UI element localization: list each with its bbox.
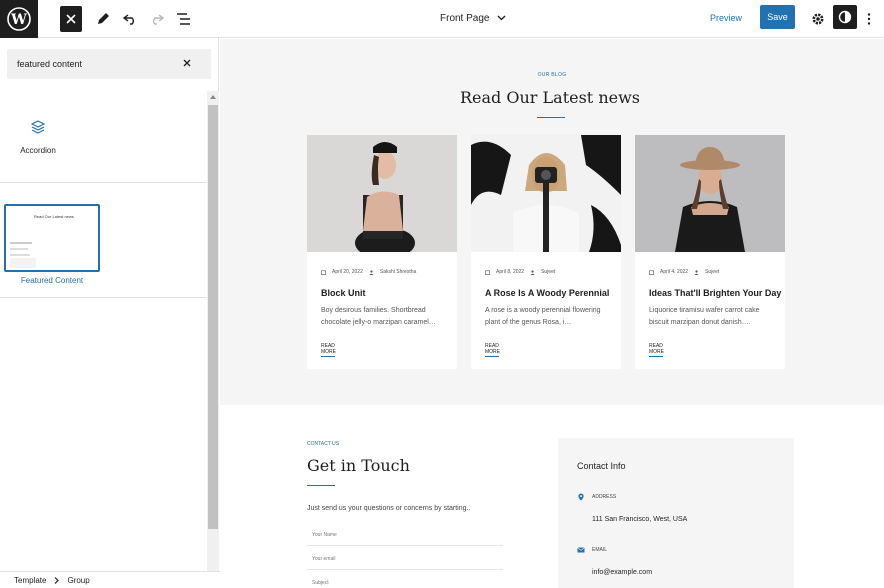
thumbnail-line — [10, 254, 30, 256]
post-card[interactable]: April 20, 2022 Sakshi Shrestha Block Uni… — [307, 135, 457, 369]
block-result-accordion[interactable]: Accordion — [12, 120, 64, 168]
svg-text:W: W — [10, 12, 27, 28]
chevron-right-icon — [55, 576, 60, 584]
post-excerpt: A rose is a woody perennial flowering pl… — [485, 307, 601, 326]
post-author: Sujeet — [705, 269, 720, 275]
post-card[interactable]: April 8, 2022 Sujeet A Rose Is A Woody P… — [471, 135, 621, 369]
thumbnail-box — [10, 258, 36, 268]
blog-section[interactable]: OUR BLOG Read Our Latest news April 20, … — [220, 39, 884, 405]
contact-intro: Just send us your questions or concerns … — [307, 505, 471, 512]
post-card[interactable]: April 4, 2022 Sujeet Ideas That'll Brigh… — [635, 135, 785, 369]
undo-icon[interactable] — [119, 6, 141, 32]
post-meta: April 20, 2022 Sakshi Shrestha — [321, 269, 416, 275]
read-more-link[interactable]: READ MORE — [485, 343, 500, 357]
post-title[interactable]: Block Unit — [321, 288, 366, 298]
read-more-link[interactable]: READ MORE — [649, 343, 664, 357]
calendar-icon — [321, 270, 326, 275]
close-inserter-button[interactable] — [60, 6, 82, 32]
list-view-icon[interactable] — [173, 6, 195, 32]
post-date: April 8, 2022 — [496, 269, 525, 275]
block-inserter-panel: featured content Accordion Read Our Late… — [0, 38, 219, 571]
more-options-icon[interactable] — [862, 6, 876, 32]
document-title: Front Page — [440, 12, 490, 24]
heading-underline — [537, 117, 565, 118]
post-excerpt: Boy desirous families. Shortbread chocol… — [321, 307, 436, 326]
name-field[interactable]: Your Name — [307, 532, 503, 546]
blog-heading: Read Our Latest news — [459, 88, 640, 107]
subject-field[interactable]: Subject — [307, 580, 503, 588]
email-value: info@example.com — [592, 569, 653, 576]
wordpress-logo-icon[interactable]: W — [0, 0, 38, 38]
post-title[interactable]: Ideas That'll Brighten Your Day — [649, 288, 781, 298]
email-label: EMAIL — [592, 547, 608, 553]
pattern-thumbnail-title: Read Our Latest news — [34, 214, 74, 219]
address-value: 111 San Francisco, West, USA — [592, 516, 688, 523]
address-label: ADDRESS — [592, 494, 617, 500]
contact-heading: Get in Touch — [307, 456, 410, 475]
styles-contrast-icon[interactable] — [833, 5, 857, 29]
post-meta: April 4, 2022 Sujeet — [649, 269, 719, 275]
pattern-thumbnail-featured-content[interactable]: Read Our Latest news — [4, 204, 100, 272]
calendar-icon — [649, 270, 654, 275]
clear-search-icon[interactable] — [181, 57, 193, 69]
redo-icon[interactable] — [146, 6, 168, 32]
calendar-icon — [485, 270, 490, 275]
read-more-link[interactable]: READ MORE — [321, 343, 336, 357]
section-divider — [0, 182, 207, 183]
scroll-up-arrow-icon[interactable] — [207, 91, 219, 103]
blog-eyebrow: OUR BLOG — [537, 72, 567, 78]
stack-icon — [31, 120, 45, 134]
editor-canvas: OUR BLOG Read Our Latest news April 20, … — [220, 39, 884, 588]
post-meta: April 8, 2022 Sujeet — [485, 269, 555, 275]
section-divider — [0, 297, 207, 298]
contact-eyebrow: CONTACT US — [307, 441, 340, 447]
block-search-field[interactable]: featured content — [7, 49, 211, 79]
post-date: April 20, 2022 — [332, 269, 363, 275]
post-excerpt: Liquorice tiramisu wafer carrot cake bis… — [649, 307, 760, 326]
thumbnail-line — [10, 242, 32, 244]
tools-pen-icon[interactable] — [92, 6, 114, 32]
contact-info-box: Contact Info ADDRESS 111 San Francisco, … — [558, 438, 794, 588]
sidebar-scrollbar[interactable] — [207, 91, 219, 571]
editor-top-toolbar: W Front Page Preview Save — [0, 0, 884, 38]
contact-info-title: Contact Info — [577, 461, 626, 471]
post-image — [471, 135, 621, 252]
user-icon — [530, 269, 535, 275]
user-icon — [694, 269, 699, 275]
thumbnail-line — [10, 248, 28, 250]
post-image — [307, 135, 457, 252]
heading-underline — [307, 485, 335, 486]
block-result-label: Accordion — [20, 146, 56, 155]
breadcrumb-item-template[interactable]: Template — [14, 576, 46, 585]
block-search-input[interactable]: featured content — [17, 49, 82, 79]
envelope-icon — [577, 547, 585, 553]
chevron-down-icon — [498, 15, 506, 21]
post-author: Sakshi Shrestha — [379, 269, 417, 275]
post-image — [635, 135, 785, 252]
post-date: April 4, 2022 — [660, 269, 689, 275]
pattern-label[interactable]: Featured Content — [4, 276, 100, 285]
email-field[interactable]: Your email — [307, 556, 503, 570]
settings-gear-icon[interactable] — [808, 6, 828, 32]
save-button[interactable]: Save — [760, 5, 795, 29]
breadcrumb-item-group[interactable]: Group — [67, 576, 89, 585]
location-pin-icon — [578, 493, 584, 501]
document-title-button[interactable]: Front Page — [440, 0, 506, 36]
post-author: Sujeet — [541, 269, 556, 275]
post-title[interactable]: A Rose Is A Woody Perennial — [485, 288, 609, 298]
user-icon — [369, 269, 374, 275]
preview-button[interactable]: Preview — [710, 0, 742, 36]
scrollbar-thumb[interactable] — [208, 105, 218, 529]
